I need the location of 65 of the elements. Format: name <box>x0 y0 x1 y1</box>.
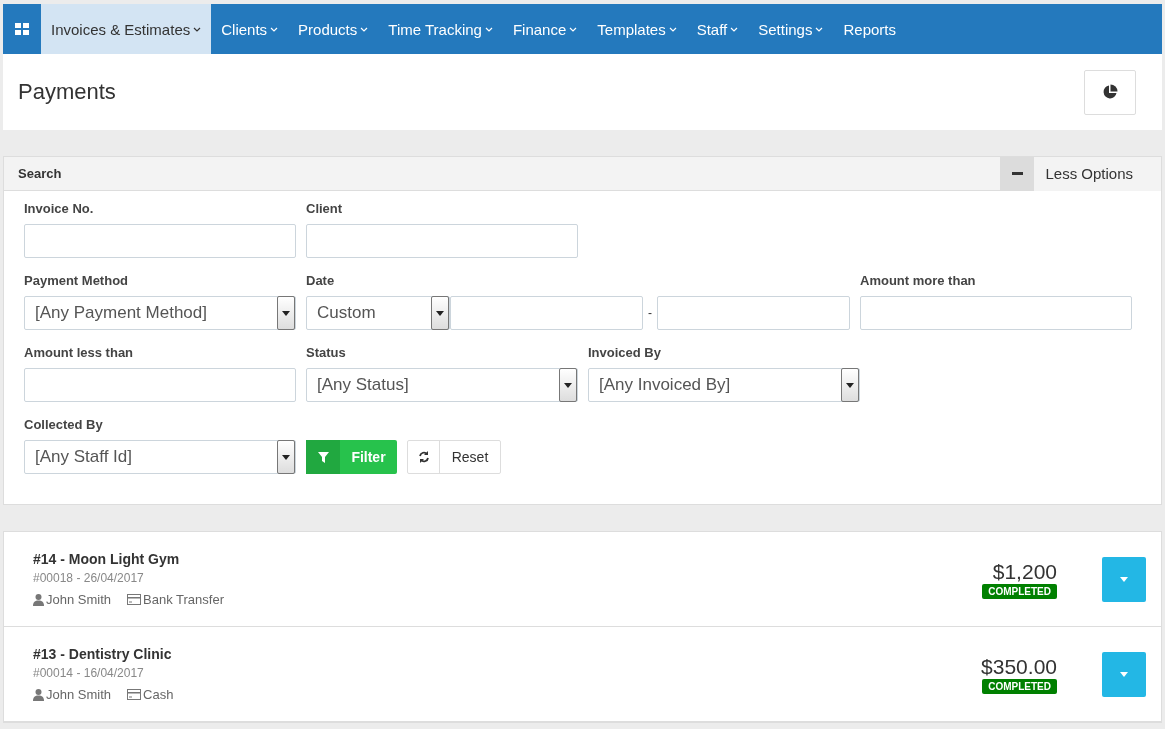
actions-dropdown-button[interactable] <box>1102 556 1146 602</box>
person-icon <box>33 688 44 701</box>
input-field[interactable] <box>306 224 578 258</box>
field-label: Collected By <box>24 417 104 432</box>
filter-button[interactable]: Filter <box>306 440 397 474</box>
input-field[interactable] <box>24 368 296 402</box>
status-badge: COMPLETED <box>982 678 1057 694</box>
filter-icon <box>317 451 329 463</box>
nav-menu-item[interactable]: Finance <box>502 4 588 54</box>
less-options-button[interactable]: Less Options <box>1000 156 1161 191</box>
input-field[interactable] <box>860 296 1132 330</box>
refresh-icon <box>417 451 430 463</box>
nav-menu-item[interactable]: Templates <box>587 4 687 54</box>
nav-menu-item[interactable]: Settings <box>748 4 834 54</box>
invoice-reference: #00018 - 26/04/2017 <box>33 571 145 585</box>
chart-button[interactable] <box>1084 69 1136 115</box>
payment-amount: $1,200 <box>992 559 1057 584</box>
reset-button[interactable]: Reset <box>407 440 501 474</box>
nav-menu-item[interactable]: Time Tracking <box>378 4 503 54</box>
input-field[interactable] <box>24 224 296 258</box>
payment-title: #13 - Dentistry Clinic <box>33 646 173 662</box>
invoice-reference: #00014 - 16/04/2017 <box>33 666 145 680</box>
caret-icon <box>1120 576 1128 582</box>
select-field[interactable]: [Any Staff Id] <box>24 440 296 474</box>
caret-icon <box>282 310 290 316</box>
field-label: Status <box>306 345 347 360</box>
caret-icon <box>436 310 444 316</box>
collector-name: John Smith <box>33 592 112 607</box>
credit-card-icon <box>127 594 142 605</box>
status-badge: COMPLETED <box>982 583 1057 599</box>
minus-icon <box>1011 172 1023 175</box>
date-to-field[interactable] <box>657 296 850 330</box>
nav-menu-item[interactable]: Clients <box>211 4 289 54</box>
select-field[interactable]: [Any Status] <box>306 368 578 402</box>
field-label: Client <box>306 201 344 216</box>
range-separator: - <box>647 306 653 320</box>
field-label: Invoice No. <box>24 201 95 216</box>
field-label: Payment Method <box>24 273 129 288</box>
nav-menu-item[interactable]: Reports <box>833 4 906 54</box>
collector-name: John Smith <box>33 687 112 702</box>
actions-dropdown-button[interactable] <box>1102 651 1146 697</box>
person-icon <box>33 593 44 606</box>
pie-chart-icon <box>1102 84 1118 100</box>
payment-method: Cash <box>127 687 174 702</box>
date-from-field[interactable] <box>450 296 643 330</box>
payment-method: Bank Transfer <box>127 592 224 607</box>
select-field[interactable]: [Any Invoiced By] <box>588 368 860 402</box>
caret-icon <box>282 454 290 460</box>
payment-amount: $350.00 <box>981 654 1057 679</box>
panel-title: Search <box>18 166 62 181</box>
field-label: Invoiced By <box>588 345 662 360</box>
nav-menu-item[interactable]: Staff <box>686 4 749 54</box>
select-field[interactable]: [Any Payment Method] <box>24 296 296 330</box>
nav-menu-item[interactable]: Products <box>288 4 379 54</box>
field-label: Date <box>306 273 336 288</box>
field-label: Amount less than <box>24 345 135 360</box>
caret-icon <box>1120 671 1128 677</box>
payment-title: #14 - Moon Light Gym <box>33 551 181 567</box>
field-label: Amount more than <box>860 273 977 288</box>
page-title: Payments <box>18 79 116 105</box>
select-field[interactable]: Custom <box>306 296 450 330</box>
caret-icon <box>846 382 854 388</box>
caret-icon <box>564 382 572 388</box>
credit-card-icon <box>127 689 142 700</box>
nav-menu-item[interactable]: Invoices & Estimates <box>41 4 212 54</box>
